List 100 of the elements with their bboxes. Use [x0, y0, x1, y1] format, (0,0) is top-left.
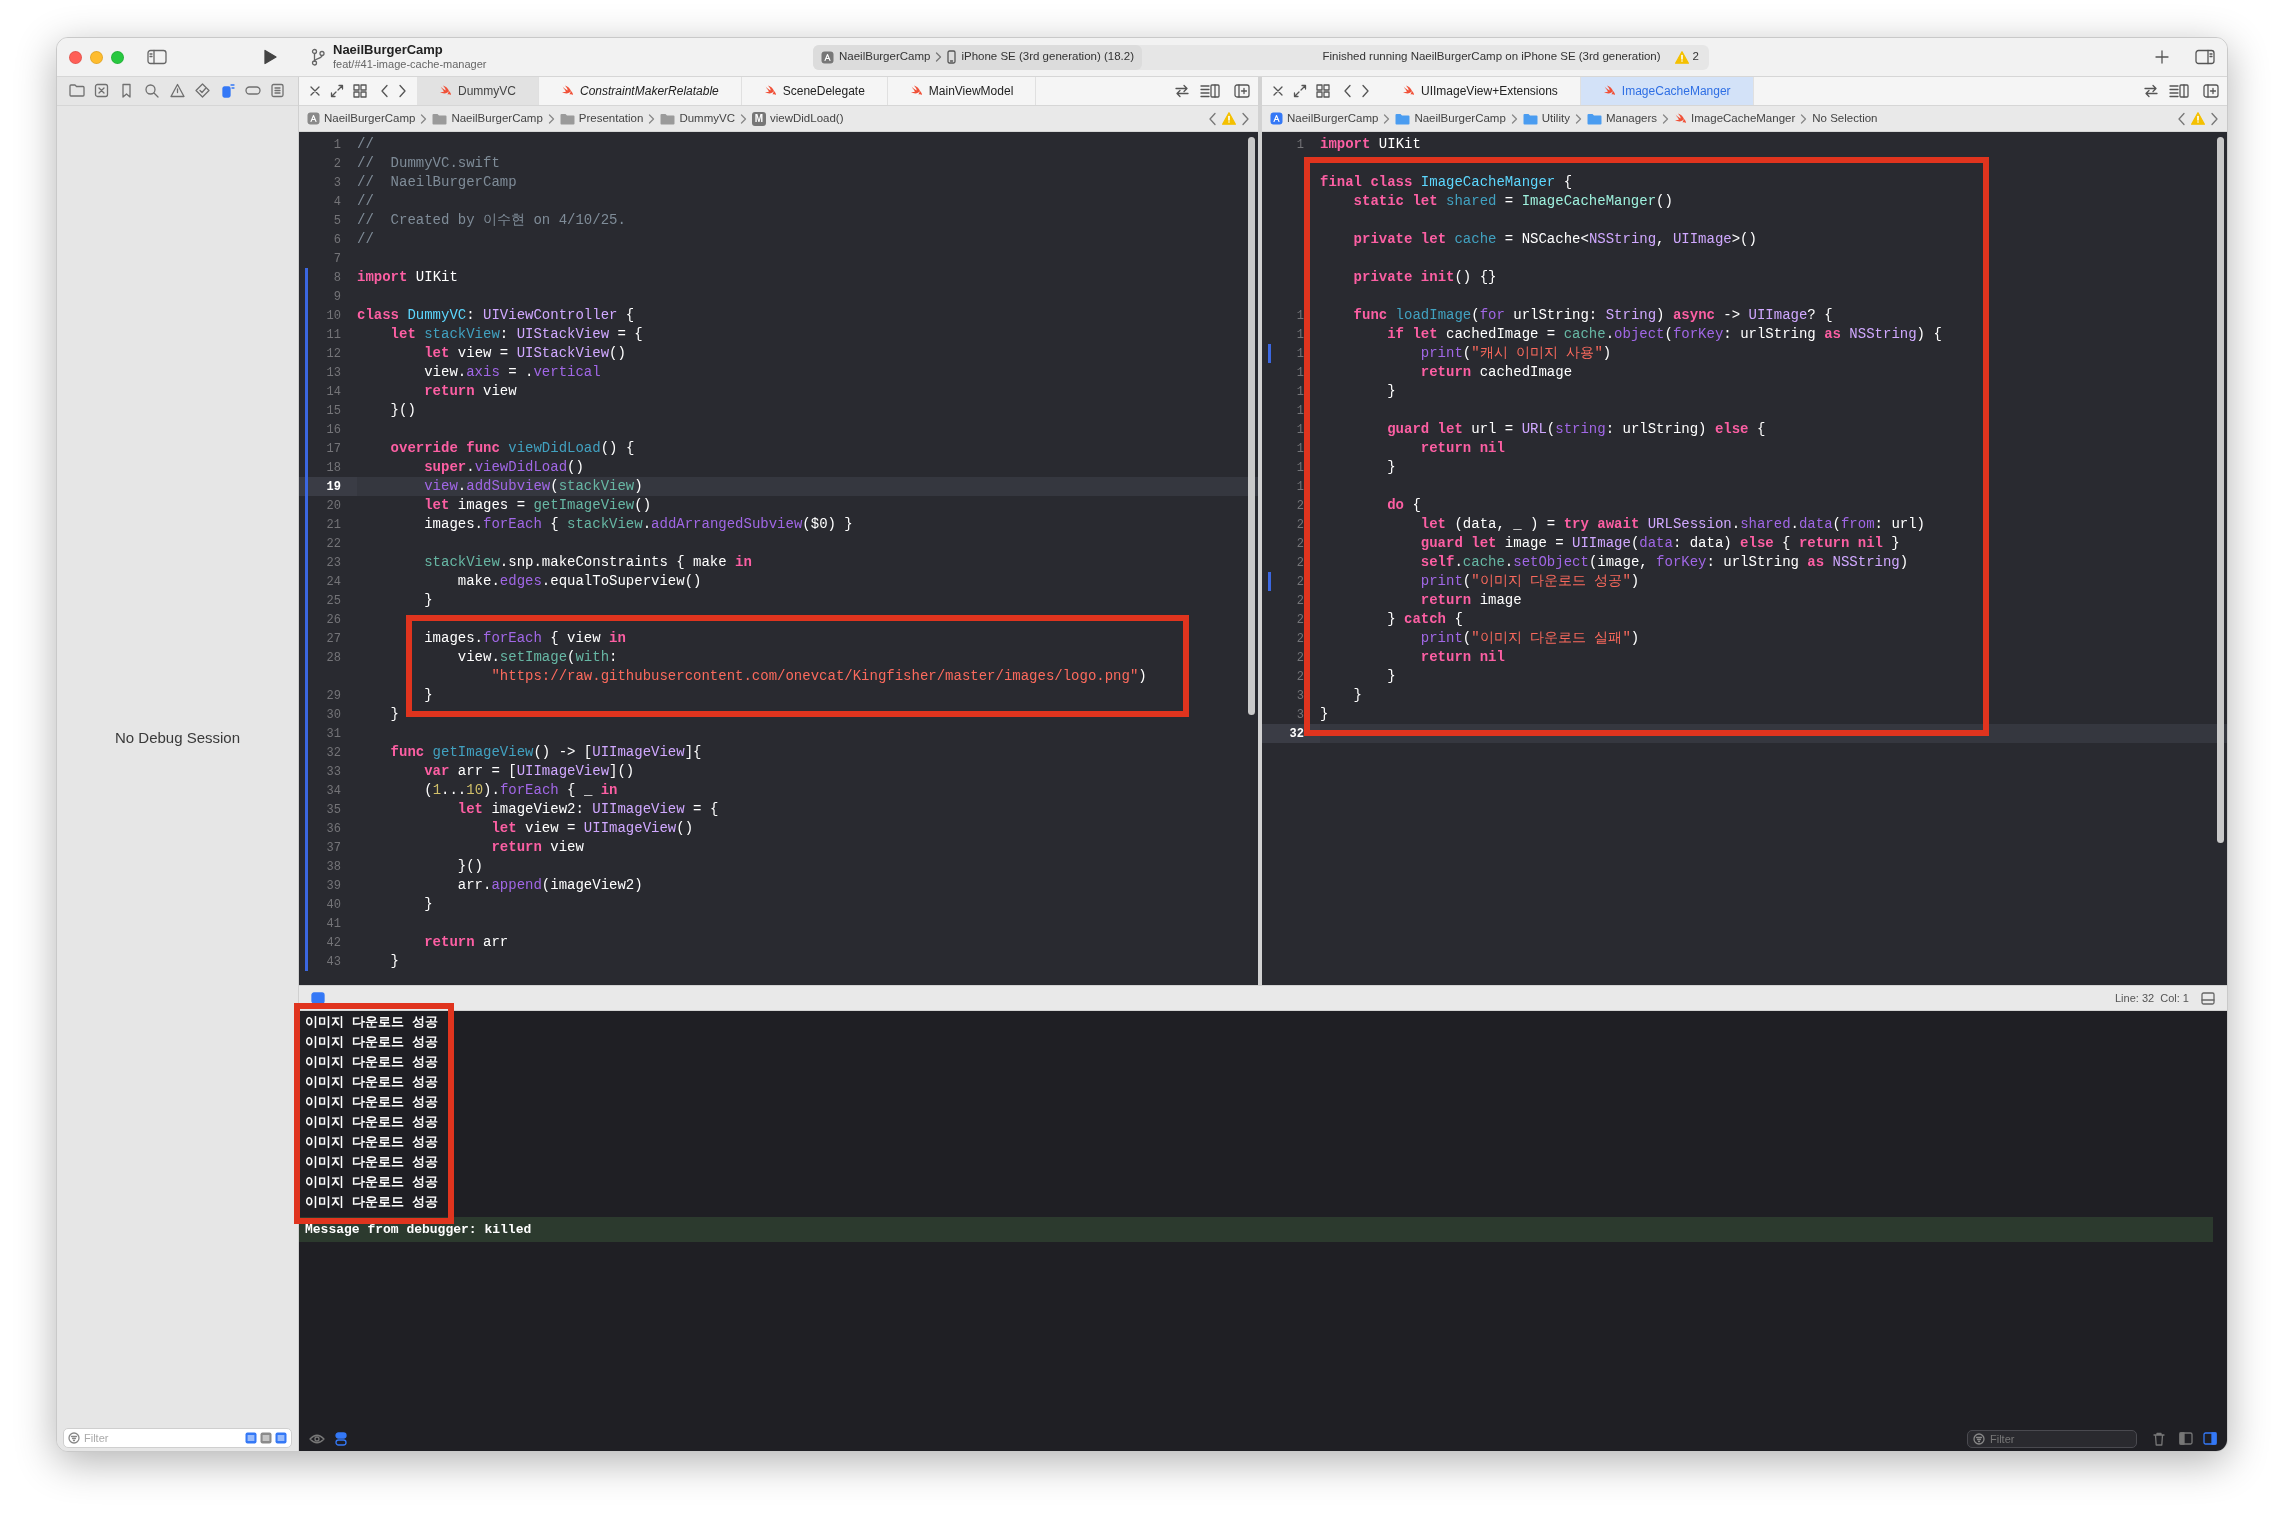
code-line: }: [1386, 667, 1396, 686]
breadcrumb-item[interactable]: DummyVC: [679, 109, 735, 128]
add-editor-icon[interactable]: [1234, 84, 1250, 98]
search-icon[interactable]: [144, 83, 161, 99]
close-icon[interactable]: [309, 85, 321, 97]
code-line: let stackView: UIStackView = {: [389, 325, 643, 344]
code-line: stackView.snp.makeConstraints { make in: [423, 553, 752, 572]
line-number: 7: [333, 250, 341, 268]
code-line: func loadImage(for urlString: String) async -> UIImage? {: [1352, 306, 1833, 325]
expand-icon[interactable]: [330, 84, 344, 98]
scrollbar[interactable]: [2217, 137, 2224, 843]
grid-icon[interactable]: [353, 84, 367, 98]
forward-icon[interactable]: [1361, 84, 1370, 98]
editor-tab[interactable]: UIImageView+Extensions: [1380, 77, 1581, 105]
code-line: }: [1320, 705, 1329, 724]
breadcrumb-item[interactable]: viewDidLoad(): [770, 109, 844, 128]
code-line: return view: [490, 838, 584, 857]
chevron-icon: [1574, 113, 1582, 124]
breadcrumb-item[interactable]: ImageCacheManger: [1691, 109, 1796, 128]
forward-icon[interactable]: [1241, 111, 1250, 126]
breadcrumb-item[interactable]: NaeilBurgerCamp: [1414, 109, 1506, 128]
close-window-button[interactable]: [69, 50, 82, 64]
back-icon[interactable]: [1343, 84, 1352, 98]
panel-right-icon[interactable]: [2203, 1432, 2217, 1445]
filter-option-icon[interactable]: [260, 1432, 272, 1444]
folder-icon: [559, 112, 575, 125]
x-square-icon[interactable]: [94, 83, 111, 99]
line-number: 1: [1296, 421, 1304, 439]
line-number: 3: [1296, 706, 1304, 724]
line-number: 2: [1296, 668, 1304, 686]
line-number: 31: [326, 725, 341, 743]
breadcrumb-item[interactable]: Managers: [1605, 109, 1658, 128]
line-number: 12: [326, 345, 341, 363]
code-editor[interactable]: [1262, 132, 2227, 985]
breadcrumb-item[interactable]: NaeilBurgerCamp: [324, 109, 416, 128]
swap-arrows-icon[interactable]: [2143, 84, 2159, 98]
sidebar-toggle-icon[interactable]: [147, 49, 167, 65]
line-number: 24: [326, 573, 341, 591]
filter-option-icon[interactable]: [275, 1432, 287, 1444]
variables-toggle-icon[interactable]: [335, 1431, 347, 1446]
list-icon[interactable]: [270, 83, 286, 99]
line-number: 41: [326, 915, 341, 933]
forward-icon[interactable]: [398, 84, 407, 98]
line-number: 2: [1296, 497, 1304, 515]
code-line: import UIKit: [1320, 135, 1421, 154]
code-line: images.forEach { stackView.addArrangedSubview($0) }: [423, 515, 853, 534]
breadcrumb-item[interactable]: NaeilBurgerCamp: [1287, 109, 1379, 128]
forward-icon[interactable]: [2210, 111, 2219, 126]
code-editor[interactable]: [299, 132, 1258, 985]
diamond-icon[interactable]: [194, 83, 211, 99]
warning-outline-icon[interactable]: [169, 83, 186, 99]
debug-navigator-icon[interactable]: [219, 83, 236, 99]
scrollbar[interactable]: [1248, 137, 1255, 715]
filter-option-icon[interactable]: [245, 1432, 257, 1444]
line-number: 29: [326, 687, 341, 705]
chevron-icon: [547, 113, 555, 124]
eye-icon[interactable]: [309, 1432, 325, 1445]
back-icon[interactable]: [1208, 111, 1217, 126]
swap-arrows-icon[interactable]: [1174, 84, 1190, 98]
grid-icon[interactable]: [1316, 84, 1330, 98]
code-line: return cachedImage: [1419, 363, 1573, 382]
zoom-window-button[interactable]: [111, 50, 124, 64]
breadcrumb-item[interactable]: NaeilBurgerCamp: [451, 109, 543, 128]
breadcrumb-item[interactable]: No Selection: [1812, 109, 1878, 128]
breadcrumb-item[interactable]: Utility: [1541, 109, 1570, 128]
folder-icon[interactable]: [69, 83, 85, 99]
project-title: NaeilBurgerCamp: [333, 42, 444, 59]
debug-area-icon[interactable]: [311, 992, 325, 1004]
warning-count: 2: [1692, 49, 1699, 65]
console-output: 이미지 다운로드 성공: [305, 1134, 439, 1153]
panel-bottom-icon[interactable]: [2201, 991, 2215, 1005]
code-line: //: [357, 230, 374, 249]
editor-tab[interactable]: ConstraintMakerRelatable: [539, 77, 742, 105]
list-icon[interactable]: [1200, 84, 1220, 98]
app-icon: [1270, 112, 1283, 125]
list-icon[interactable]: [2169, 84, 2189, 98]
expand-icon[interactable]: [1293, 84, 1307, 98]
panel-left-icon[interactable]: [2179, 1432, 2193, 1445]
chevron-icon: [420, 113, 428, 124]
play-icon[interactable]: [263, 49, 277, 65]
editor-tab[interactable]: DummyVC: [417, 77, 539, 105]
console-output: 이미지 다운로드 성공: [305, 1094, 439, 1113]
editor-tab[interactable]: ImageCacheManger: [1580, 77, 1754, 105]
editor-tab[interactable]: SceneDelegate: [741, 77, 888, 105]
line-number: 3: [333, 174, 341, 192]
breadcrumb-item[interactable]: Presentation: [578, 109, 644, 128]
code-line: private init() {}: [1352, 268, 1497, 287]
add-icon[interactable]: [2155, 50, 2169, 64]
filter-field[interactable]: Filter: [1967, 1429, 2137, 1448]
line-number: 37: [326, 839, 341, 857]
back-icon[interactable]: [380, 84, 389, 98]
add-editor-icon[interactable]: [2203, 84, 2219, 98]
editor-tab[interactable]: MainViewModel: [887, 77, 1037, 105]
code-line: return view: [423, 382, 517, 401]
back-icon[interactable]: [2177, 111, 2186, 126]
trash-icon[interactable]: [2153, 1431, 2165, 1446]
scheme-selector[interactable]: NaeilBurgerCamp iPhone SE (3rd generation) (18.2): [813, 44, 1142, 70]
chevron-icon: [1662, 113, 1670, 124]
close-icon[interactable]: [1272, 85, 1284, 97]
inspector-toggle-icon[interactable]: [2195, 49, 2215, 65]
